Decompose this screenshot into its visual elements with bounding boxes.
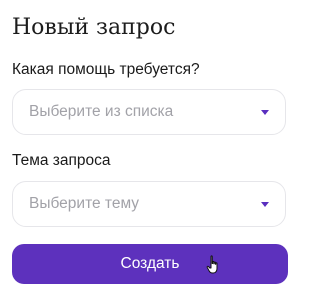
create-button[interactable]: Создать — [12, 244, 288, 284]
topic-select[interactable]: Выберите тему — [12, 181, 286, 227]
chevron-down-icon — [261, 110, 269, 115]
chevron-down-icon — [261, 202, 269, 207]
page-title: Новый запрос — [12, 15, 176, 40]
help-type-select[interactable]: Выберите из списка — [12, 89, 286, 135]
topic-label: Тема запроса — [12, 152, 111, 169]
hand-pointer-icon — [206, 255, 218, 274]
help-type-placeholder: Выберите из списка — [29, 103, 174, 120]
help-type-label: Какая помощь требуется? — [12, 61, 200, 78]
topic-placeholder: Выберите тему — [29, 195, 140, 212]
